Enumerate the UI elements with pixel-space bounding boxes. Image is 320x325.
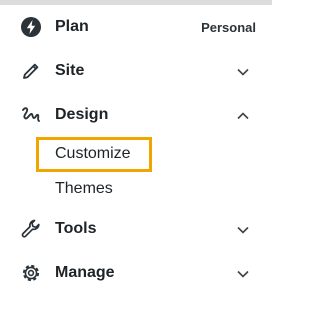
sidebar-item-label: Plan [55,18,89,35]
gear-icon [22,264,40,282]
sidebar-item-label: Tools [55,220,97,237]
sidebar-item-label: Site [55,62,85,79]
sidebar-item-design[interactable]: Design [0,93,272,137]
submenu-item-label: Customize [55,145,131,162]
submenu-item-label: Themes [55,180,113,197]
sidebar-item-label: Manage [55,264,115,281]
sidebar-item-site[interactable]: Site [0,49,272,93]
sidebar-item-plan[interactable]: Plan Personal [0,5,272,49]
chevron-down-icon [237,270,249,278]
design-squiggle-icon [22,107,40,122]
plan-badge: Personal [201,19,256,35]
submenu-item-themes[interactable]: Themes [0,172,272,207]
pencil-icon [23,63,39,79]
submenu-item-customize[interactable]: Customize [0,137,272,172]
chevron-down-icon [237,68,249,76]
chevron-up-icon [237,112,249,120]
sidebar-item-tools[interactable]: Tools [0,207,272,251]
sidebar-item-manage[interactable]: Manage [0,251,272,295]
sidebar-menu: Plan Personal Site Design Customize Them… [0,5,272,295]
wrench-icon [21,219,40,238]
plan-bolt-icon [21,17,41,37]
chevron-down-icon [237,226,249,234]
sidebar-item-label: Design [55,106,109,123]
